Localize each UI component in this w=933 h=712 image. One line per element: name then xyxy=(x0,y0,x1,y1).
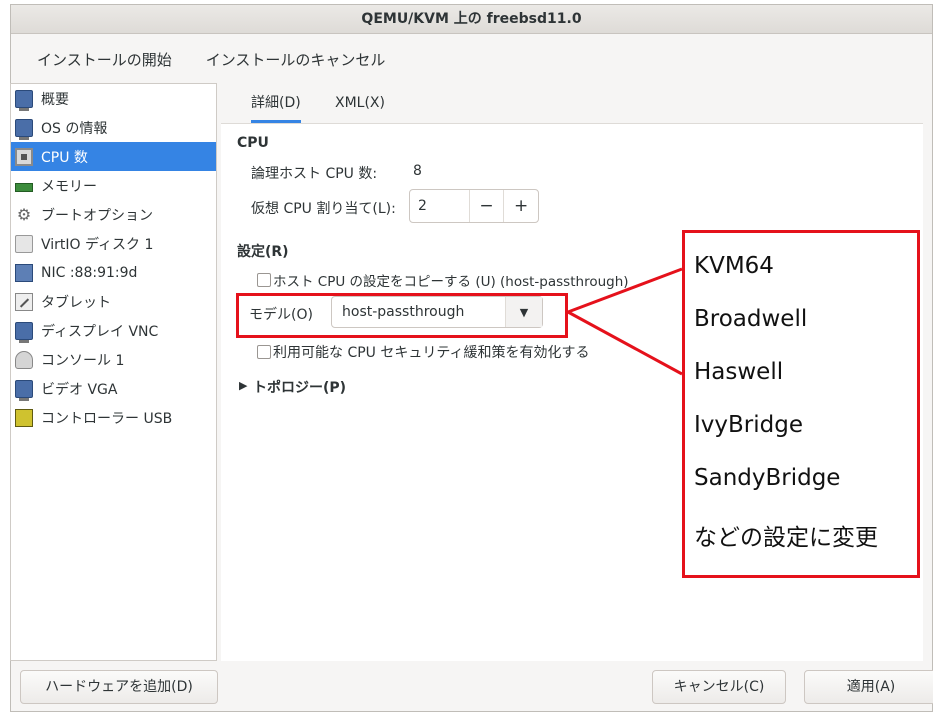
decrement-button[interactable]: − xyxy=(468,190,504,222)
sidebar-item-memory[interactable]: メモリー xyxy=(11,171,216,200)
callout-line: Broadwell xyxy=(694,306,808,332)
sidebar-item-console[interactable]: コンソール 1 xyxy=(11,345,216,374)
sidebar-item-label: CPU 数 xyxy=(41,149,88,166)
security-mitigation-label: 利用可能な CPU セキュリティ緩和策を有効化する xyxy=(273,345,590,361)
cancel-install-menu[interactable]: インストールのキャンセル xyxy=(200,45,392,74)
cancel-button[interactable]: キャンセル(C) xyxy=(652,670,786,704)
sidebar-item-virtio-disk[interactable]: VirtIO ディスク 1 xyxy=(11,229,216,258)
sidebar-item-display-vnc[interactable]: ディスプレイ VNC xyxy=(11,316,216,345)
usb-icon xyxy=(15,408,33,427)
config-section-title: 設定(R) xyxy=(237,244,289,260)
sidebar-item-label: ディスプレイ VNC xyxy=(41,323,159,340)
sidebar-item-os-info[interactable]: OS の情報 xyxy=(11,113,216,142)
sidebar-item-label: コントローラー USB xyxy=(41,410,173,427)
nic-icon xyxy=(15,263,33,282)
vcpu-alloc-spinner: 2 − + xyxy=(409,189,539,223)
sidebar-item-cpus[interactable]: CPU 数 xyxy=(11,142,216,171)
expander-arrow-icon[interactable]: ▶ xyxy=(239,379,247,392)
sidebar-item-label: OS の情報 xyxy=(41,120,108,137)
cpu-section-title: CPU xyxy=(237,135,269,151)
begin-install-menu[interactable]: インストールの開始 xyxy=(31,45,178,74)
window-title: QEMU/KVM 上の freebsd11.0 xyxy=(11,5,932,34)
tab-bar: 詳細(D) XML(X) xyxy=(221,83,923,124)
callout-line: KVM64 xyxy=(694,253,774,279)
disk-icon xyxy=(15,234,33,253)
logical-cpu-value: 8 xyxy=(413,163,422,179)
callout-line: などの設定に変更 xyxy=(694,525,878,551)
video-icon xyxy=(15,379,33,401)
gear-icon: ⚙ xyxy=(16,204,32,224)
sidebar-item-label: メモリー xyxy=(41,178,97,195)
tab-xml[interactable]: XML(X) xyxy=(335,83,385,123)
callout-line: SandyBridge xyxy=(694,465,841,491)
sidebar-item-overview[interactable]: 概要 xyxy=(11,84,216,113)
topology-expander[interactable]: トポロジー(P) xyxy=(253,377,346,397)
increment-button[interactable]: + xyxy=(503,190,538,222)
sidebar-item-label: 概要 xyxy=(41,91,69,108)
sidebar-item-label: ブートオプション xyxy=(41,207,153,224)
callout-line: IvyBridge xyxy=(694,412,803,438)
console-icon xyxy=(15,350,33,369)
model-options-callout: KVM64 Broadwell Haswell IvyBridge SandyB… xyxy=(682,230,920,578)
sidebar-item-tablet[interactable]: タブレット xyxy=(11,287,216,316)
menubar: インストールの開始 インストールのキャンセル xyxy=(11,33,932,85)
sidebar-item-nic[interactable]: NIC :88:91:9d xyxy=(11,258,216,287)
sidebar-item-boot-options[interactable]: ⚙ ブートオプション xyxy=(11,200,216,229)
model-highlight-box xyxy=(236,293,568,338)
ram-icon xyxy=(15,183,33,192)
sidebar-item-usb-controller[interactable]: コントローラー USB xyxy=(11,403,216,432)
copy-host-checkbox[interactable] xyxy=(257,273,271,287)
sidebar-item-label: ビデオ VGA xyxy=(41,381,118,398)
copy-host-label: ホスト CPU の設定をコピーする (U) (host-passthrough) xyxy=(273,274,629,290)
display-icon xyxy=(15,321,33,343)
cpu-icon xyxy=(15,147,33,166)
vcpu-alloc-label: 仮想 CPU 割り当て(L): xyxy=(251,201,396,217)
hardware-list: 概要 OS の情報 CPU 数 メモリー ⚙ ブートオプション VirtIO デ… xyxy=(10,83,217,661)
vcpu-alloc-value[interactable]: 2 xyxy=(410,198,469,214)
security-mitigation-checkbox[interactable] xyxy=(257,345,271,359)
sidebar-item-video-vga[interactable]: ビデオ VGA xyxy=(11,374,216,403)
sidebar-item-label: コンソール 1 xyxy=(41,352,125,369)
apply-button[interactable]: 適用(A) xyxy=(804,670,933,704)
tab-details[interactable]: 詳細(D) xyxy=(251,83,301,123)
monitor-icon xyxy=(15,89,33,111)
sidebar-item-label: タブレット xyxy=(41,294,111,311)
sidebar-item-label: NIC :88:91:9d xyxy=(41,264,138,281)
monitor-icon xyxy=(15,118,33,140)
tablet-icon xyxy=(15,292,33,311)
callout-line: Haswell xyxy=(694,359,784,385)
add-hardware-button[interactable]: ハードウェアを追加(D) xyxy=(20,670,218,704)
logical-cpu-label: 論理ホスト CPU 数: xyxy=(251,166,378,182)
sidebar-item-label: VirtIO ディスク 1 xyxy=(41,236,154,253)
